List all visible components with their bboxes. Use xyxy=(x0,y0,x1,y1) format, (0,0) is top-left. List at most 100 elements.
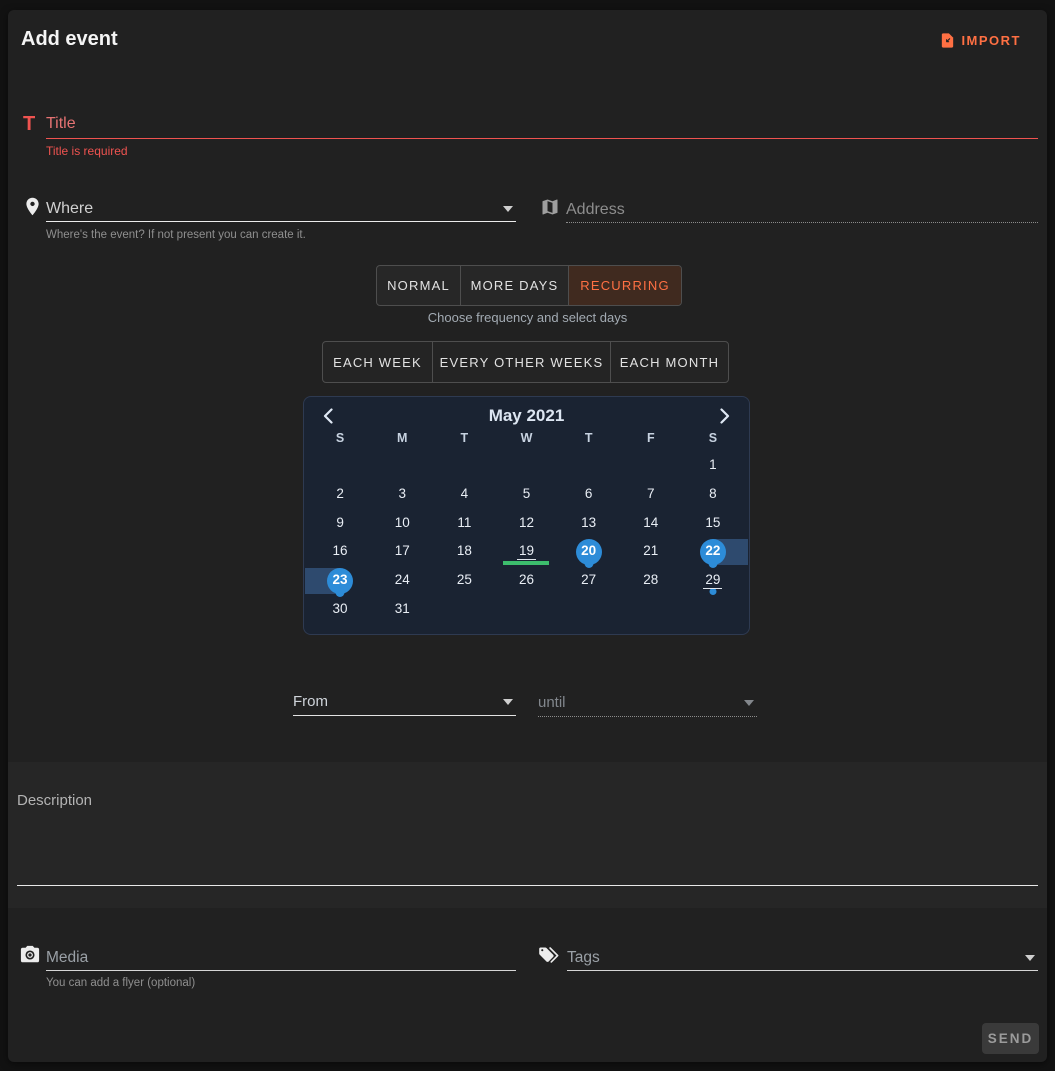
title-input[interactable]: Title xyxy=(46,109,1038,139)
day-number: 14 xyxy=(643,516,658,531)
send-button[interactable]: SEND xyxy=(982,1023,1039,1054)
from-placeholder: From xyxy=(293,693,328,710)
calendar-day-24[interactable]: 24 xyxy=(371,566,433,595)
calendar-day-5[interactable]: 5 xyxy=(495,480,557,509)
media-helper-text: You can add a flyer (optional) xyxy=(46,977,195,989)
calendar-day-26[interactable]: 26 xyxy=(495,566,557,595)
calendar-day-4[interactable]: 4 xyxy=(433,480,495,509)
day-number: 2 xyxy=(336,487,344,502)
title-placeholder: Title xyxy=(46,115,76,133)
description-underline xyxy=(17,885,1038,886)
chevron-down-icon xyxy=(744,700,754,706)
chevron-down-icon xyxy=(503,699,513,705)
import-button[interactable]: IMPORT xyxy=(939,32,1021,49)
event-mode-tabs: NORMAL MORE DAYS RECURRING xyxy=(376,265,682,306)
where-select[interactable]: Where xyxy=(46,197,516,222)
calendar-day-20[interactable]: 20 xyxy=(558,537,620,566)
highlight-bar xyxy=(503,561,549,565)
day-number: 19 xyxy=(517,544,536,560)
calendar-day-30[interactable]: 30 xyxy=(309,595,371,624)
calendar-day-9[interactable]: 9 xyxy=(309,509,371,538)
day-number: 17 xyxy=(395,544,410,559)
day-number: 24 xyxy=(395,573,410,588)
calendar-day-19[interactable]: 19 xyxy=(495,537,557,566)
chevron-down-icon xyxy=(1025,955,1035,961)
tags-placeholder: Tags xyxy=(567,949,600,967)
calendar-day-6[interactable]: 6 xyxy=(558,480,620,509)
calendar-day-13[interactable]: 13 xyxy=(558,509,620,538)
day-number: 16 xyxy=(333,544,348,559)
chevron-down-icon xyxy=(503,206,513,212)
weekday-label: T xyxy=(558,431,620,445)
day-number: 25 xyxy=(457,573,472,588)
map-icon xyxy=(540,197,560,222)
calendar-day-7[interactable]: 7 xyxy=(620,480,682,509)
address-input[interactable]: Address xyxy=(566,198,1038,223)
calendar-day-27[interactable]: 27 xyxy=(558,566,620,595)
file-import-icon xyxy=(939,32,956,49)
frequency-every-other-weeks[interactable]: EVERY OTHER WEEKS xyxy=(433,342,611,382)
calendar-day-15[interactable]: 15 xyxy=(682,509,744,538)
page-title: Add event xyxy=(21,28,118,51)
calendar-day-empty xyxy=(433,595,495,624)
calendar-day-empty xyxy=(620,451,682,480)
tab-normal[interactable]: NORMAL xyxy=(377,266,461,305)
calendar-day-8[interactable]: 8 xyxy=(682,480,744,509)
send-label: SEND xyxy=(988,1031,1034,1046)
tab-recurring[interactable]: RECURRING xyxy=(569,266,681,305)
calendar-day-empty xyxy=(309,451,371,480)
where-helper-text: Where's the event? If not present you ca… xyxy=(46,229,306,241)
title-format-icon: T xyxy=(23,113,35,136)
chevron-right-icon[interactable] xyxy=(716,406,734,426)
calendar-month-label: May 2021 xyxy=(489,406,565,426)
calendar-day-21[interactable]: 21 xyxy=(620,537,682,566)
calendar-day-31[interactable]: 31 xyxy=(371,595,433,624)
frequency-each-week[interactable]: EACH WEEK xyxy=(323,342,433,382)
calendar-day-29[interactable]: 29 xyxy=(682,566,744,595)
calendar-day-empty xyxy=(371,451,433,480)
frequency-options: EACH WEEK EVERY OTHER WEEKS EACH MONTH xyxy=(322,341,729,383)
until-time-select[interactable]: until xyxy=(538,689,757,717)
day-number: 28 xyxy=(643,573,658,588)
until-placeholder: until xyxy=(538,694,566,711)
calendar-day-28[interactable]: 28 xyxy=(620,566,682,595)
description-textarea[interactable]: Description xyxy=(8,762,1047,908)
from-time-select[interactable]: From xyxy=(293,688,516,716)
calendar-day-1[interactable]: 1 xyxy=(682,451,744,480)
media-input[interactable]: Media xyxy=(46,945,516,971)
calendar-header: May 2021 xyxy=(304,397,749,428)
calendar-day-empty xyxy=(682,595,744,624)
day-number: 22 xyxy=(700,539,726,565)
calendar-day-16[interactable]: 16 xyxy=(309,537,371,566)
day-number: 29 xyxy=(703,573,722,589)
day-number: 11 xyxy=(457,516,471,531)
chevron-left-icon[interactable] xyxy=(319,406,337,426)
calendar-day-23[interactable]: 23 xyxy=(309,566,371,595)
calendar-day-17[interactable]: 17 xyxy=(371,537,433,566)
weekday-label: S xyxy=(682,431,744,445)
calendar-day-empty xyxy=(558,595,620,624)
address-placeholder: Address xyxy=(566,201,625,219)
calendar-day-12[interactable]: 12 xyxy=(495,509,557,538)
calendar-day-14[interactable]: 14 xyxy=(620,509,682,538)
day-number: 12 xyxy=(519,516,534,531)
day-number: 10 xyxy=(395,516,410,531)
tags-select[interactable]: Tags xyxy=(567,945,1038,971)
frequency-each-month[interactable]: EACH MONTH xyxy=(611,342,728,382)
calendar-day-25[interactable]: 25 xyxy=(433,566,495,595)
day-number: 31 xyxy=(395,602,410,617)
calendar-day-18[interactable]: 18 xyxy=(433,537,495,566)
calendar-day-11[interactable]: 11 xyxy=(433,509,495,538)
day-number: 6 xyxy=(585,487,593,502)
calendar-day-10[interactable]: 10 xyxy=(371,509,433,538)
title-error-text: Title is required xyxy=(46,144,128,158)
frequency-hint: Choose frequency and select days xyxy=(8,310,1047,325)
calendar-day-3[interactable]: 3 xyxy=(371,480,433,509)
calendar-weekdays: SMTWTFS xyxy=(304,431,749,445)
day-number: 27 xyxy=(581,573,596,588)
day-number: 20 xyxy=(576,539,602,565)
day-number: 18 xyxy=(457,544,472,559)
calendar-day-22[interactable]: 22 xyxy=(682,537,744,566)
calendar-day-2[interactable]: 2 xyxy=(309,480,371,509)
tab-more-days[interactable]: MORE DAYS xyxy=(461,266,569,305)
